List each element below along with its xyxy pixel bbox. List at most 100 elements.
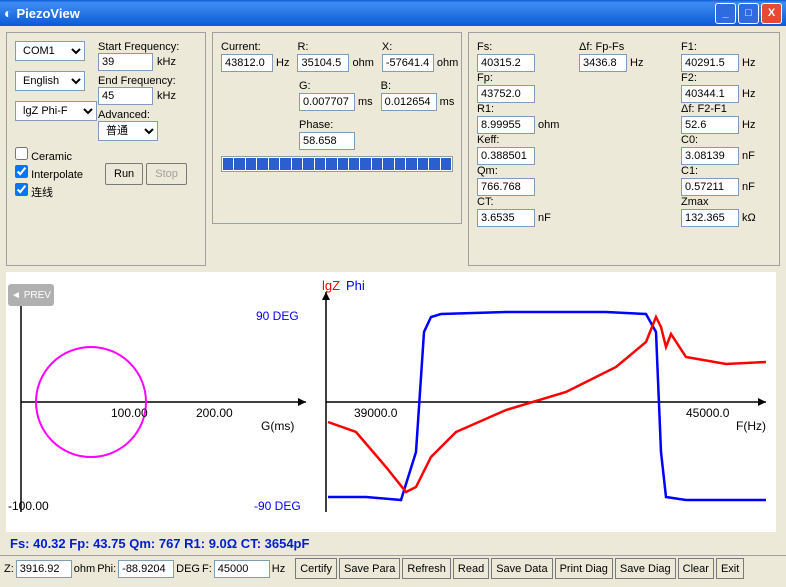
- svg-text:90 DEG: 90 DEG: [256, 309, 299, 323]
- deg-label: DEG: [176, 563, 200, 575]
- stop-button[interactable]: Stop: [146, 163, 187, 185]
- fs-value[interactable]: [477, 54, 535, 72]
- svg-text:-90 DEG: -90 DEG: [254, 499, 301, 513]
- advanced-select[interactable]: 普通: [98, 121, 158, 141]
- end-freq-label: End Frequency:: [98, 75, 179, 87]
- phase-label: Phase:: [299, 119, 453, 131]
- lines-check[interactable]: 连线: [15, 183, 105, 200]
- svg-text:-100.00: -100.00: [8, 499, 49, 513]
- savediag-button[interactable]: Save Diag: [615, 558, 676, 579]
- hz-unit: Hz: [276, 57, 289, 69]
- results-panel: Fs: Fp: R1: ohm Keff: Qm: CT: nF Δf: Fp-Fs…: [468, 32, 780, 266]
- svg-text:100.00: 100.00: [111, 406, 148, 420]
- f1-value[interactable]: [681, 54, 739, 72]
- fp-label: Fp:: [477, 72, 567, 84]
- fp-value[interactable]: [477, 85, 535, 103]
- minimize-button[interactable]: _: [715, 3, 736, 24]
- khz-unit: kHz: [157, 56, 176, 68]
- clear-button[interactable]: Clear: [678, 558, 714, 579]
- config-panel: COM1 English lgZ Phi-F Start Frequency: …: [6, 32, 206, 266]
- c1-label: C1:: [681, 165, 771, 177]
- read-button[interactable]: Read: [453, 558, 489, 579]
- ohm-unit3: ohm: [538, 119, 559, 131]
- nf-unit2: nF: [742, 150, 755, 162]
- app-icon: ◐: [4, 5, 12, 21]
- hz-unit2: Hz: [630, 57, 643, 69]
- f-label: F:: [202, 563, 212, 575]
- g-value[interactable]: [299, 93, 355, 111]
- keff-label: Keff:: [477, 134, 567, 146]
- interpolate-check[interactable]: Interpolate: [15, 165, 105, 181]
- df2-value[interactable]: [681, 116, 739, 134]
- savepara-button[interactable]: Save Para: [339, 558, 400, 579]
- ms-unit: ms: [358, 96, 373, 108]
- x-label: X:: [382, 41, 458, 53]
- b-label: B:: [381, 80, 455, 92]
- kohm-unit: kΩ: [742, 212, 756, 224]
- z-status[interactable]: [16, 560, 72, 578]
- prev-badge[interactable]: ◄ PREV: [8, 284, 54, 306]
- svg-text:G(ms): G(ms): [261, 419, 294, 433]
- maximize-button[interactable]: □: [738, 3, 759, 24]
- savedata-button[interactable]: Save Data: [491, 558, 552, 579]
- g-label: G:: [299, 80, 373, 92]
- zmax-value[interactable]: [681, 209, 739, 227]
- ct-label: CT:: [477, 196, 567, 208]
- advanced-label: Advanced:: [98, 109, 179, 121]
- df1-value[interactable]: [579, 54, 627, 72]
- hz-unit3: Hz: [742, 57, 755, 69]
- khz-unit2: kHz: [157, 90, 176, 102]
- ct-value[interactable]: [477, 209, 535, 227]
- svg-text:lgZ: lgZ: [322, 278, 340, 293]
- zmax-label: Zmax: [681, 196, 771, 208]
- refresh-button[interactable]: Refresh: [402, 558, 451, 579]
- keff-value[interactable]: [477, 147, 535, 165]
- svg-text:200.00: 200.00: [196, 406, 233, 420]
- start-freq-label: Start Frequency:: [98, 41, 179, 53]
- close-button[interactable]: X: [761, 3, 782, 24]
- ohm-unit: ohm: [352, 57, 373, 69]
- current-label: Current:: [221, 41, 289, 53]
- svg-text:F(Hz): F(Hz): [736, 419, 766, 433]
- app-title: PiezoView: [16, 6, 79, 21]
- ohm-label: ohm: [74, 563, 95, 575]
- hz-unit4: Hz: [742, 88, 755, 100]
- phi-status[interactable]: [118, 560, 174, 578]
- fs-label: Fs:: [477, 41, 567, 53]
- f-status[interactable]: [214, 560, 270, 578]
- ohm-unit2: ohm: [437, 57, 458, 69]
- start-freq-input[interactable]: [98, 53, 153, 71]
- svg-text:Phi: Phi: [346, 278, 365, 293]
- ms-unit2: ms: [440, 96, 455, 108]
- svg-text:39000.0: 39000.0: [354, 406, 398, 420]
- r-label: R:: [297, 41, 373, 53]
- port-select[interactable]: COM1: [15, 41, 85, 61]
- plotmode-select[interactable]: lgZ Phi-F: [15, 101, 97, 121]
- r1-value[interactable]: [477, 116, 535, 134]
- x-value[interactable]: [382, 54, 434, 72]
- exit-button[interactable]: Exit: [716, 558, 744, 579]
- f2-value[interactable]: [681, 85, 739, 103]
- svg-text:45000.0: 45000.0: [686, 406, 730, 420]
- b-value[interactable]: [381, 93, 437, 111]
- current-value[interactable]: [221, 54, 273, 72]
- end-freq-input[interactable]: [98, 87, 153, 105]
- f1-label: F1:: [681, 41, 771, 53]
- certify-button[interactable]: Certify: [295, 558, 337, 579]
- titlebar: ◐ PiezoView _ □ X: [0, 0, 786, 26]
- progress-bar: [221, 156, 453, 172]
- lang-select[interactable]: English: [15, 71, 85, 91]
- hz-unit5: Hz: [742, 119, 755, 131]
- c0-value[interactable]: [681, 147, 739, 165]
- r-value[interactable]: [297, 54, 349, 72]
- run-button[interactable]: Run: [105, 163, 143, 185]
- printdiag-button[interactable]: Print Diag: [555, 558, 613, 579]
- ceramic-check[interactable]: Ceramic: [15, 147, 105, 163]
- c1-value[interactable]: [681, 178, 739, 196]
- phase-value[interactable]: [299, 132, 355, 150]
- qm-label: Qm:: [477, 165, 567, 177]
- z-label: Z:: [4, 563, 14, 575]
- r1-label: R1:: [477, 103, 567, 115]
- qm-value[interactable]: [477, 178, 535, 196]
- df1-label: Δf: Fp-Fs: [579, 41, 669, 53]
